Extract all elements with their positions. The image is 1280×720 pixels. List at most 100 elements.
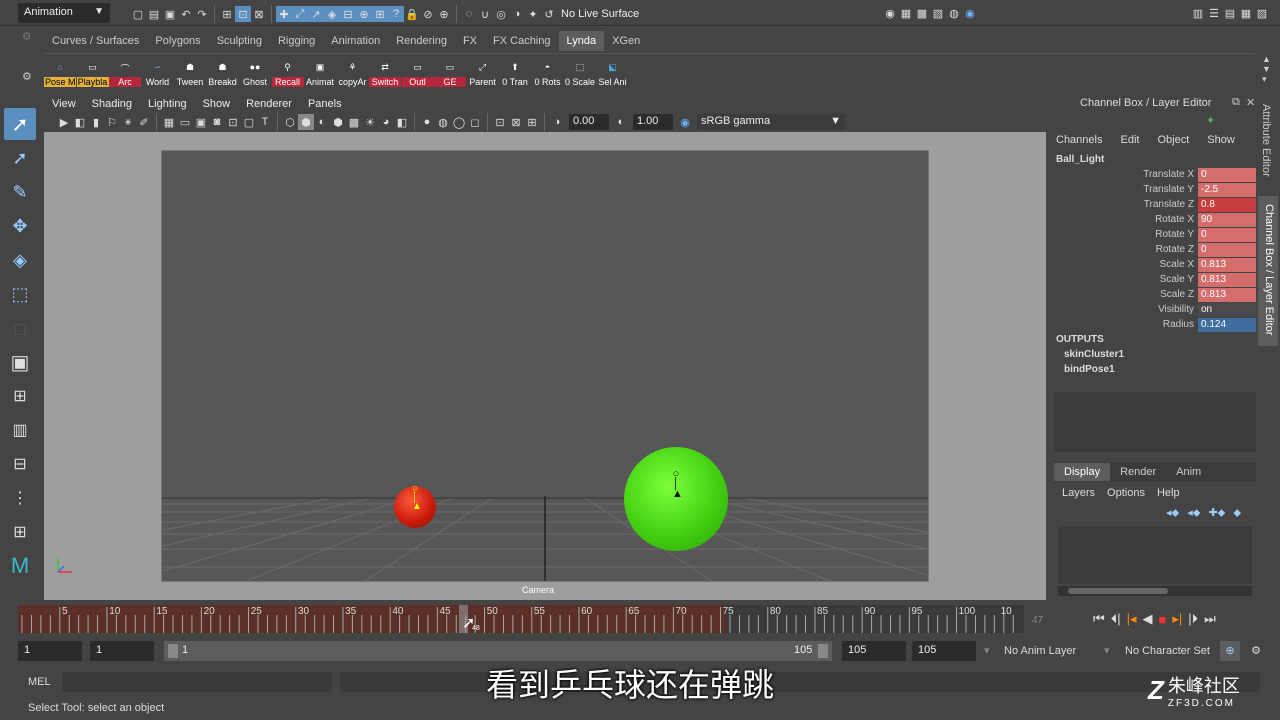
view-transform-dropdown[interactable]: sRGB gamma ▼ — [697, 114, 845, 130]
attr-value[interactable]: 0.813 — [1198, 257, 1256, 272]
depth-of-field-icon[interactable]: ◯ — [451, 114, 467, 130]
tab-fx[interactable]: FX — [455, 31, 485, 51]
attr-scale-y[interactable]: Scale Y 0.813 — [1050, 272, 1256, 287]
render-settings-icon[interactable]: ▧ — [930, 5, 946, 21]
attr-value[interactable]: 0.813 — [1198, 287, 1256, 302]
menu-panels[interactable]: Panels — [300, 98, 350, 110]
menu-show[interactable]: Show — [1207, 134, 1235, 146]
menu-view[interactable]: View — [44, 98, 84, 110]
attr-rotate-z[interactable]: Rotate Z 0 — [1050, 242, 1256, 257]
shelf-button-zero-scale[interactable]: ⬚ 0 Scale — [564, 55, 596, 87]
bookmark-icon[interactable]: ▮ — [88, 114, 104, 130]
gamma-icon[interactable]: ◐ — [613, 114, 629, 130]
render-view-icon[interactable]: ◉ — [882, 5, 898, 21]
camera-attr-icon[interactable]: ◧ — [72, 114, 88, 130]
layer-list[interactable] — [1058, 526, 1252, 584]
lasso-tool-icon[interactable]: ➚ — [4, 142, 36, 174]
attribute-editor-icon[interactable]: ▤ — [1222, 5, 1238, 21]
step-back-frame-icon[interactable]: |◂ — [1127, 611, 1137, 627]
playback-start-field[interactable]: 1 — [90, 641, 154, 661]
exposure-field[interactable]: 0.00 — [569, 114, 609, 130]
tab-fx-caching[interactable]: FX Caching — [485, 31, 558, 51]
tab-channel-box[interactable]: Channel Box / Layer Editor — [1258, 196, 1278, 346]
snap-grid-icon[interactable]: ✚ — [276, 6, 292, 22]
attr-scale-z[interactable]: Scale Z 0.813 — [1050, 287, 1256, 302]
shelf-button-copy-anim[interactable]: ⚘ copyAr — [337, 55, 369, 87]
object-name[interactable]: Ball_Light — [1056, 154, 1104, 165]
render-frame-icon[interactable]: ▦ — [898, 5, 914, 21]
shelf-scroll[interactable]: ▲ ▼ ▾ — [1262, 54, 1271, 84]
use-all-lights-icon[interactable]: ☀ — [362, 114, 378, 130]
snap-live-icon[interactable]: ⊕ — [356, 6, 372, 22]
layer-scrollbar[interactable] — [1058, 586, 1252, 596]
select-hierarchy-icon[interactable]: ⊞ — [219, 6, 235, 22]
attr-value[interactable]: -2.5 — [1198, 182, 1256, 197]
field-chart-icon[interactable]: ⊡ — [225, 114, 241, 130]
smooth-shade-icon[interactable]: ⬢ — [298, 114, 314, 130]
scrollbar-thumb[interactable] — [1068, 588, 1168, 594]
tab-rigging[interactable]: Rigging — [270, 31, 323, 51]
redo-icon[interactable]: ↷ — [194, 6, 210, 22]
last-tool-icon[interactable]: ⬚ — [4, 312, 36, 344]
tab-animation[interactable]: Animation — [323, 31, 388, 51]
shadows-icon[interactable]: ◕ — [378, 114, 394, 130]
anim-prefs-icon[interactable]: ⚙ — [1246, 641, 1266, 661]
outliner-layout-icon[interactable]: ⊞ — [4, 516, 36, 548]
new-scene-icon[interactable]: ▢ — [130, 6, 146, 22]
auto-key-icon[interactable]: ⊕ — [1220, 641, 1240, 661]
menu-object[interactable]: Object — [1157, 134, 1189, 146]
shelf-button-graph-editor[interactable]: ▭ GE — [434, 55, 466, 87]
menu-channels[interactable]: Channels — [1056, 134, 1102, 146]
shelf-button-select-anim[interactable]: ⬕ Sel Ani — [597, 55, 629, 87]
menu-renderer[interactable]: Renderer — [238, 98, 300, 110]
float-panel-icon[interactable]: ⧉ — [1232, 96, 1240, 109]
attr-value[interactable]: 0.124 — [1198, 317, 1256, 332]
ipr-render-icon[interactable]: ▩ — [914, 5, 930, 21]
default-material-icon[interactable]: ◐ — [314, 114, 330, 130]
shelf-button-animat[interactable]: ▣ Animat — [304, 55, 336, 87]
paint-select-tool-icon[interactable]: ✎ — [4, 176, 36, 208]
menu-shading[interactable]: Shading — [84, 98, 140, 110]
textured-icon[interactable]: ▩ — [346, 114, 362, 130]
play-backward-icon[interactable]: ◀ — [1143, 611, 1153, 627]
xray-joints-icon[interactable]: ⊠ — [508, 114, 524, 130]
ortho-icon[interactable]: ◑ — [509, 6, 525, 22]
range-slider-end-handle[interactable] — [818, 644, 828, 658]
end-time-field[interactable]: 105 — [912, 641, 976, 661]
shelf-button-zero-rotate[interactable]: ◓ 0 Rots — [532, 55, 564, 87]
render-sequence-icon[interactable]: ◉ — [962, 5, 978, 21]
tab-attribute-editor[interactable]: Attribute Editor — [1260, 104, 1272, 177]
gate-mask-icon[interactable]: ◙ — [209, 114, 225, 130]
graph-layout-icon[interactable]: ⊟ — [4, 448, 36, 480]
camera-icon[interactable]: ▶ — [56, 114, 72, 130]
anim-layer-label[interactable]: No Anim Layer — [1004, 645, 1076, 657]
channel-box-icon[interactable]: ▨ — [1254, 5, 1270, 21]
2d-pan-icon[interactable]: ⚹ — [120, 114, 136, 130]
shelf-button-world[interactable]: ∽ World — [142, 55, 174, 87]
tab-sculpting[interactable]: Sculpting — [209, 31, 270, 51]
green-ball-joint[interactable]: ○ │ ▲ — [672, 469, 683, 505]
shelf-button-playblast[interactable]: ▭ Playbla — [76, 55, 109, 87]
attr-scale-x[interactable]: Scale X 0.813 — [1050, 257, 1256, 272]
range-slider-start-handle[interactable] — [168, 644, 178, 658]
tab-polygons[interactable]: Polygons — [147, 31, 208, 51]
go-to-end-icon[interactable]: ⏭ — [1204, 611, 1216, 627]
xray-active-icon[interactable]: ⊞ — [524, 114, 540, 130]
range-slider[interactable]: 1 105 — [164, 641, 832, 661]
modeling-toolkit-icon[interactable]: ▥ — [1190, 5, 1206, 21]
attr-radius[interactable]: Radius 0.124 — [1050, 317, 1256, 332]
shelf-button-zero-translate[interactable]: ⬆ 0 Tran — [499, 55, 531, 87]
move-layer-down-icon[interactable]: ◂⬥ — [1187, 506, 1200, 520]
select-tool-icon[interactable]: ➚ — [4, 108, 36, 140]
shelf-button-pose[interactable]: ⌂ Pose M — [44, 55, 76, 87]
grid-icon[interactable]: ▦ — [161, 114, 177, 130]
attr-value[interactable]: on — [1198, 302, 1256, 317]
mel-label[interactable]: MEL — [28, 676, 51, 688]
symmetry-icon[interactable]: ⊘ — [420, 6, 436, 22]
attr-rotate-y[interactable]: Rotate Y 0 — [1050, 227, 1256, 242]
snap-curve-icon[interactable]: ⤢ — [292, 6, 308, 22]
char-set-caret-icon[interactable]: ▾ — [1104, 644, 1110, 657]
scale-tool-icon[interactable]: ⬚ — [4, 278, 36, 310]
tab-display[interactable]: Display — [1054, 463, 1111, 481]
tab-xgen[interactable]: XGen — [604, 31, 648, 51]
